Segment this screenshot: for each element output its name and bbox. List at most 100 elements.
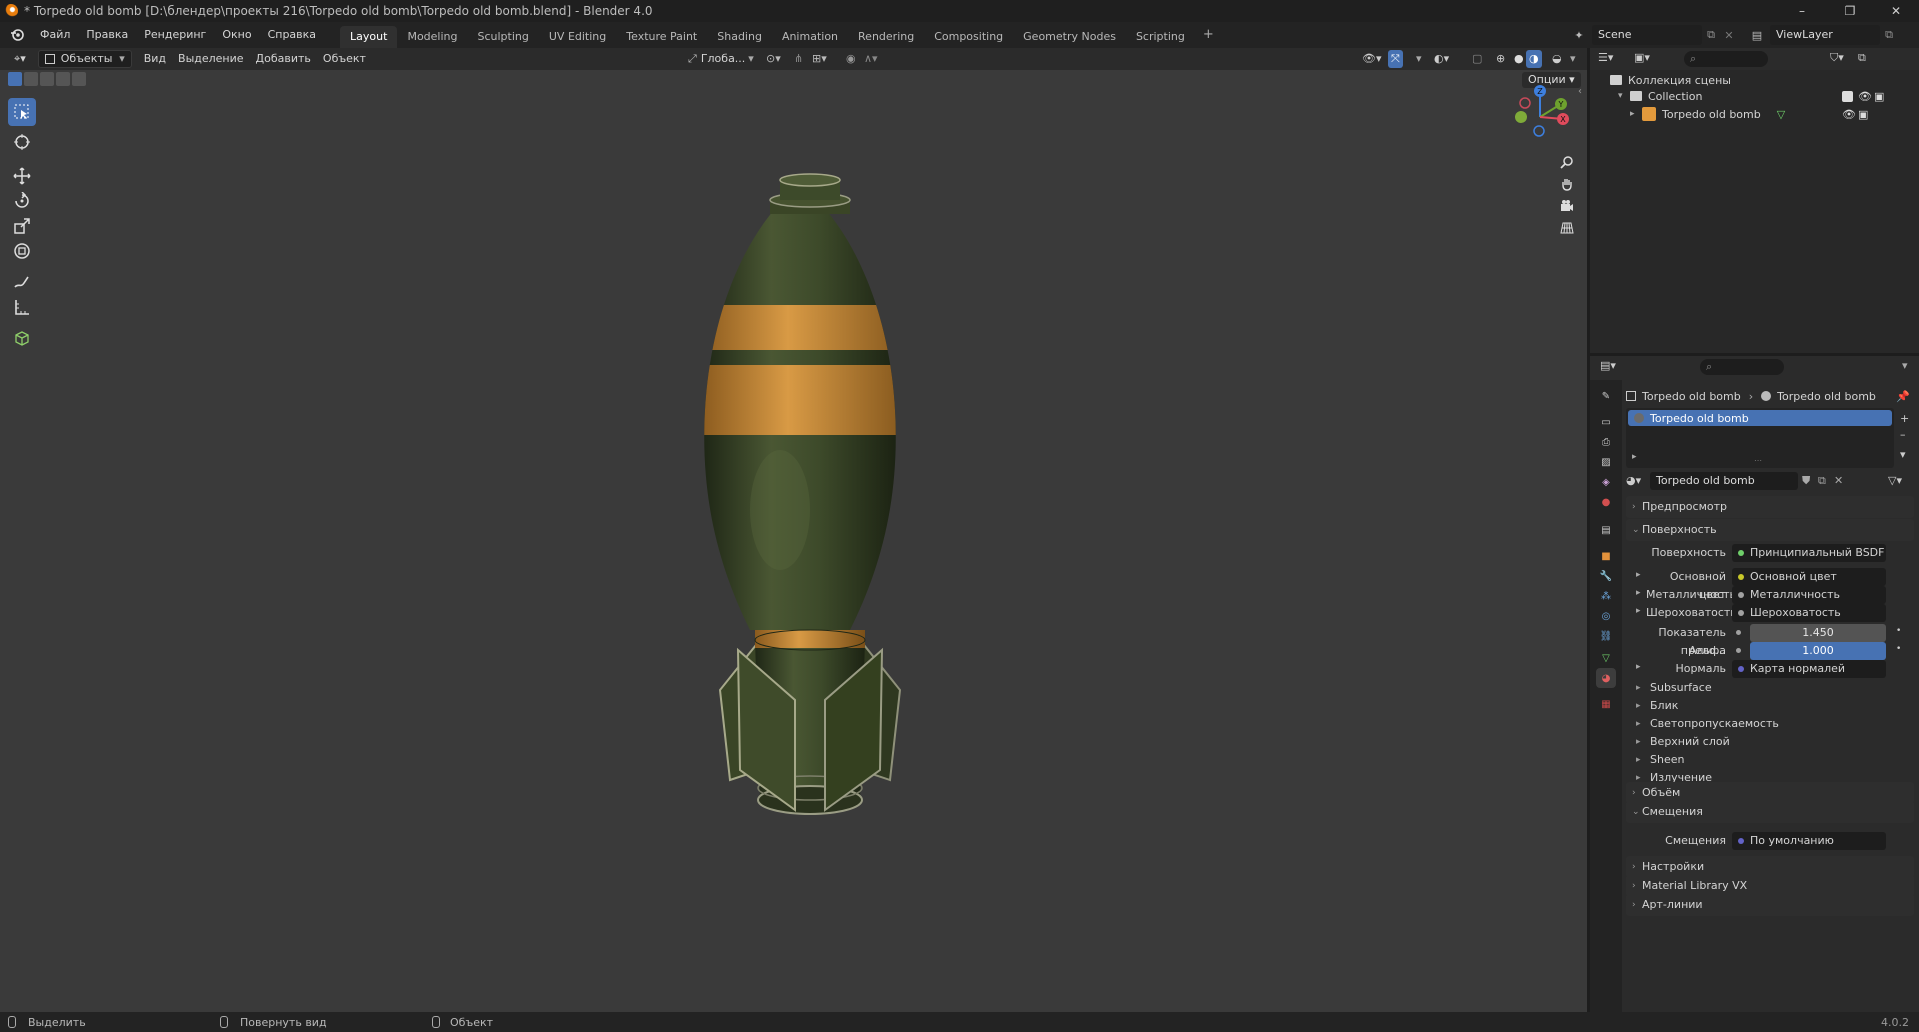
workspace-tab-uv-editing[interactable]: UV Editing (539, 26, 616, 48)
snap-target-icon[interactable]: ⊞▾ (806, 50, 833, 68)
input-field[interactable]: Металличность (1732, 586, 1886, 604)
normal-field[interactable]: Карта нормалей (1732, 660, 1886, 678)
workspace-tab-modeling[interactable]: Modeling (397, 26, 467, 48)
select-subtract-icon[interactable] (40, 72, 54, 86)
outliner-object-row[interactable]: ▸ Torpedo old bomb ▽ 👁 ▣ (1630, 104, 1918, 124)
editor-type-icon[interactable]: ⌖▾ (8, 50, 32, 68)
menu-edit[interactable]: Правка (78, 22, 136, 48)
outliner-collection-row[interactable]: ▾ Collection 👁 ▣ (1618, 86, 1918, 106)
menu-object[interactable]: Объект (317, 50, 372, 68)
data-tab-icon[interactable]: ▽ (1596, 648, 1616, 668)
view-layer-icon[interactable]: ▤ (1744, 25, 1770, 45)
subpanel-0[interactable]: ▸ Subsurface (1636, 678, 1712, 698)
surface-panel-header[interactable]: ⌄ Поверхность (1626, 519, 1914, 541)
menu-add[interactable]: Добавить (250, 50, 317, 68)
view-layer-selector[interactable]: ViewLayer (1770, 25, 1880, 45)
select-intersect-icon[interactable] (72, 72, 86, 86)
properties-search-input[interactable]: ⌕ (1700, 359, 1784, 375)
workspace-tab-geometry-nodes[interactable]: Geometry Nodes (1013, 26, 1126, 48)
expand-arrow-icon[interactable]: ▸ (1636, 570, 1641, 580)
add-cube-tool[interactable] (8, 324, 36, 352)
new-collection-icon[interactable]: ⧉ (1858, 51, 1866, 65)
chevron-down-icon[interactable]: ▾ (1902, 359, 1908, 372)
camera-icon[interactable]: ▣ (1874, 90, 1884, 103)
shading-material-icon[interactable]: ◑ (1526, 50, 1542, 68)
select-invert-icon[interactable] (56, 72, 70, 86)
output-tab-icon[interactable]: ⎙ (1596, 432, 1616, 452)
camera-view-icon[interactable] (1556, 195, 1578, 217)
constraints-tab-icon[interactable]: ⛓ (1596, 626, 1616, 646)
lineart-panel-header[interactable]: › Арт-линии (1626, 894, 1914, 916)
subpanel-1[interactable]: ▸ Блик (1636, 696, 1678, 716)
new-view-layer-icon[interactable]: ⧉ (1880, 28, 1898, 42)
close-button[interactable]: ✕ (1878, 0, 1914, 22)
measure-tool[interactable] (8, 293, 36, 321)
keyframe-dot-icon[interactable]: • (1896, 626, 1901, 636)
add-workspace-button[interactable]: + (1195, 22, 1222, 48)
workspace-tab-sculpting[interactable]: Sculpting (468, 26, 539, 48)
particles-tab-icon[interactable]: ⁂ (1596, 586, 1616, 606)
texture-tab-icon[interactable]: ▦ (1596, 694, 1616, 714)
material-tab-icon[interactable]: ◕ (1596, 668, 1616, 688)
select-new-icon[interactable] (8, 72, 22, 86)
expand-arrow-icon[interactable]: ▾ (1618, 91, 1630, 101)
workspace-tab-rendering[interactable]: Rendering (848, 26, 924, 48)
transform-orientation-dropdown[interactable]: ⤢ Глоба... ▾ (682, 50, 760, 68)
slot-specials-icon[interactable]: ▾ (1900, 448, 1906, 461)
render-tab-icon[interactable]: ▭ (1596, 412, 1616, 432)
annotate-tool[interactable] (8, 268, 36, 296)
minimize-button[interactable]: – (1784, 0, 1820, 22)
filter-icon[interactable]: ⛉▾ (1830, 51, 1844, 65)
exclude-checkbox[interactable] (1842, 90, 1853, 102)
workspace-tab-texture-paint[interactable]: Texture Paint (616, 26, 707, 48)
modifier-tab-icon[interactable]: 🔧 (1596, 566, 1616, 586)
collapse-sidebar-icon[interactable]: ‹ (1578, 86, 1582, 97)
input-field[interactable]: Шероховатость (1732, 604, 1886, 622)
remove-slot-button[interactable]: – (1900, 428, 1906, 441)
gizmo-toggle-icon[interactable]: ⤧ (1388, 50, 1403, 68)
torpedo-bomb-model[interactable] (700, 170, 920, 850)
zoom-icon[interactable] (1556, 151, 1578, 173)
display-mode-icon[interactable]: ▣▾ (1634, 51, 1650, 64)
material-filter-icon[interactable]: ▽▾ (1888, 474, 1902, 487)
displacement-field[interactable]: По умолчанию (1732, 832, 1886, 850)
physics-tab-icon[interactable]: ◎ (1596, 606, 1616, 626)
workspace-tab-compositing[interactable]: Compositing (924, 26, 1013, 48)
gizmo-dropdown-icon[interactable]: ▾ (1410, 50, 1428, 68)
select-box-tool[interactable] (8, 98, 36, 126)
cursor-tool[interactable] (8, 128, 36, 156)
mode-selector[interactable]: Объекты ▾ (37, 50, 132, 68)
properties-editor-type-icon[interactable]: ▤▾ (1600, 359, 1616, 372)
falloff-icon[interactable]: ∧▾ (858, 50, 884, 68)
alpha-field[interactable]: 1.000 (1750, 642, 1886, 660)
scene-selector[interactable]: Scene (1592, 25, 1702, 45)
outliner-search-input[interactable]: ⌕ (1684, 51, 1768, 67)
surface-shader-field[interactable]: Принципиальный BSDF (1732, 544, 1886, 562)
subpanel-3[interactable]: ▸ Верхний слой (1636, 732, 1730, 752)
view-layer-tab-icon[interactable]: ▨ (1596, 452, 1616, 472)
keyframe-dot-icon[interactable]: • (1896, 644, 1901, 654)
3d-viewport[interactable]: Опции ▾ Z Y X ‹ (0, 70, 1587, 1012)
expand-arrow-icon[interactable]: ▸ (1630, 109, 1642, 119)
workspace-tab-shading[interactable]: Shading (707, 26, 772, 48)
camera-icon[interactable]: ▣ (1858, 108, 1868, 121)
input-field[interactable]: Основной цвет (1732, 568, 1886, 586)
menu-render[interactable]: Рендеринг (136, 22, 214, 48)
menu-view[interactable]: Вид (138, 50, 172, 68)
expand-arrow-icon[interactable]: ▸ (1636, 588, 1641, 598)
pivot-point-icon[interactable]: ⊙▾ (760, 50, 787, 68)
select-extend-icon[interactable] (24, 72, 38, 86)
mesh-data-icon[interactable]: ▽ (1777, 108, 1785, 121)
rotate-tool[interactable] (8, 187, 36, 215)
object-tab-icon[interactable]: ■ (1596, 546, 1616, 566)
visibility-icon[interactable]: 👁▾ (1356, 50, 1388, 68)
pin-icon[interactable]: 📌 (1896, 390, 1910, 403)
pan-hand-icon[interactable] (1556, 173, 1578, 195)
delete-scene-icon[interactable]: ✕ (1720, 29, 1738, 42)
expand-arrow-icon[interactable]: ▸ (1632, 452, 1637, 462)
ior-field[interactable]: 1.450 (1750, 624, 1886, 642)
material-name-field[interactable]: Torpedo old bomb (1650, 472, 1798, 490)
world-tab-icon[interactable]: ● (1596, 492, 1616, 512)
overlays-icon[interactable]: ◐▾ (1428, 50, 1455, 68)
maximize-button[interactable]: ❐ (1832, 0, 1868, 22)
